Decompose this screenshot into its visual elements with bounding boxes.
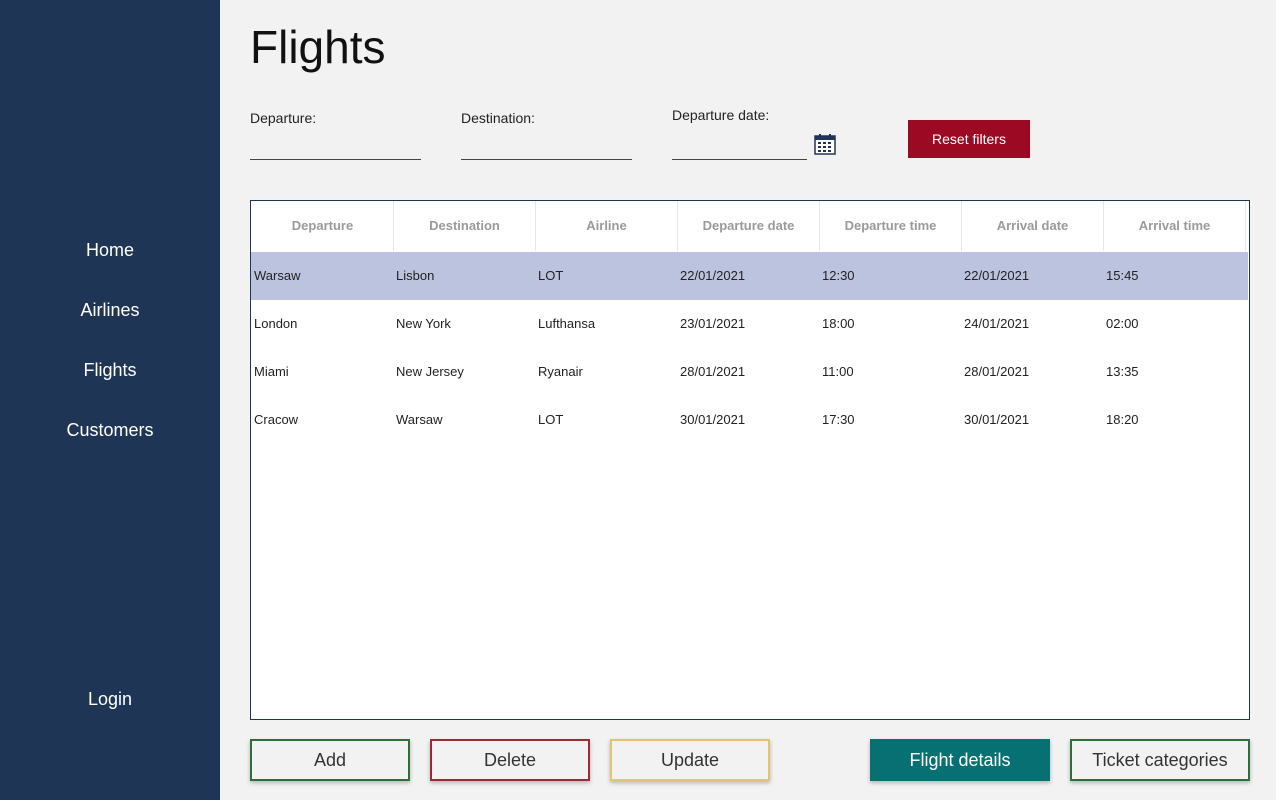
column-header-departure-time[interactable]: Departure time <box>820 201 962 251</box>
cell-departure-time: 12:30 <box>822 268 855 283</box>
cell-arrival-time: 18:20 <box>1106 412 1139 427</box>
cell-departure: Warsaw <box>254 268 301 283</box>
nav-item-flights[interactable]: Flights <box>0 360 220 381</box>
cell-departure-date: 28/01/2021 <box>680 364 746 379</box>
nav-item-home[interactable]: Home <box>0 240 220 261</box>
table-header: Departure Destination Airline Departure … <box>251 201 1247 251</box>
table-row[interactable]: London New York Lufthansa 23/01/2021 18:… <box>251 300 1248 348</box>
add-button[interactable]: Add <box>250 739 410 781</box>
column-header-destination[interactable]: Destination <box>394 201 536 251</box>
table-row[interactable]: Cracow Warsaw LOT 30/01/2021 17:30 30/01… <box>251 396 1248 444</box>
cell-arrival-date: 24/01/2021 <box>964 316 1030 331</box>
column-header-airline[interactable]: Airline <box>536 201 678 251</box>
cell-arrival-time: 15:45 <box>1106 268 1139 283</box>
cell-airline: LOT <box>538 412 564 427</box>
cell-departure-time: 18:00 <box>822 316 855 331</box>
cell-arrival-time: 02:00 <box>1106 316 1139 331</box>
destination-filter-input[interactable] <box>461 137 632 160</box>
column-header-departure-date[interactable]: Departure date <box>678 201 820 251</box>
cell-departure-date: 23/01/2021 <box>680 316 746 331</box>
date-filter-label: Departure date: <box>672 107 770 123</box>
cell-departure-date: 30/01/2021 <box>680 412 746 427</box>
date-filter-input[interactable] <box>672 137 807 160</box>
cell-departure-time: 17:30 <box>822 412 855 427</box>
calendar-icon[interactable] <box>814 133 836 155</box>
cell-destination: Warsaw <box>396 412 443 427</box>
table-row[interactable]: Miami New Jersey Ryanair 28/01/2021 11:0… <box>251 348 1248 396</box>
column-header-arrival-time[interactable]: Arrival time <box>1104 201 1246 251</box>
column-header-departure[interactable]: Departure <box>252 201 394 251</box>
nav-item-login[interactable]: Login <box>0 689 220 710</box>
cell-departure: London <box>254 316 298 331</box>
page-title: Flights <box>250 21 386 73</box>
nav-item-airlines[interactable]: Airlines <box>0 300 220 321</box>
cell-destination: Lisbon <box>396 268 435 283</box>
sidebar: Home Airlines Flights Customers Login <box>0 0 220 800</box>
ticket-categories-button[interactable]: Ticket categories <box>1070 739 1250 781</box>
cell-destination: New York <box>396 316 451 331</box>
cell-arrival-date: 28/01/2021 <box>964 364 1030 379</box>
departure-filter-input[interactable] <box>250 137 421 160</box>
update-button[interactable]: Update <box>610 739 770 781</box>
column-header-arrival-date[interactable]: Arrival date <box>962 201 1104 251</box>
reset-filters-button[interactable]: Reset filters <box>908 120 1030 158</box>
departure-filter-label: Departure: <box>250 110 317 126</box>
cell-destination: New Jersey <box>396 364 464 379</box>
flight-details-button[interactable]: Flight details <box>870 739 1050 781</box>
cell-departure-time: 11:00 <box>822 364 854 379</box>
flights-table: Departure Destination Airline Departure … <box>250 200 1250 720</box>
cell-airline: Ryanair <box>538 364 583 379</box>
destination-filter-label: Destination: <box>461 110 535 126</box>
cell-arrival-date: 22/01/2021 <box>964 268 1030 283</box>
cell-airline: LOT <box>538 268 564 283</box>
cell-departure-date: 22/01/2021 <box>680 268 746 283</box>
cell-departure: Cracow <box>254 412 299 427</box>
delete-button[interactable]: Delete <box>430 739 590 781</box>
cell-arrival-time: 13:35 <box>1106 364 1139 379</box>
cell-departure: Miami <box>254 364 289 379</box>
table-row[interactable]: Warsaw Lisbon LOT 22/01/2021 12:30 22/01… <box>251 252 1248 300</box>
nav-item-customers[interactable]: Customers <box>0 420 220 441</box>
cell-airline: Lufthansa <box>538 316 596 331</box>
cell-arrival-date: 30/01/2021 <box>964 412 1030 427</box>
